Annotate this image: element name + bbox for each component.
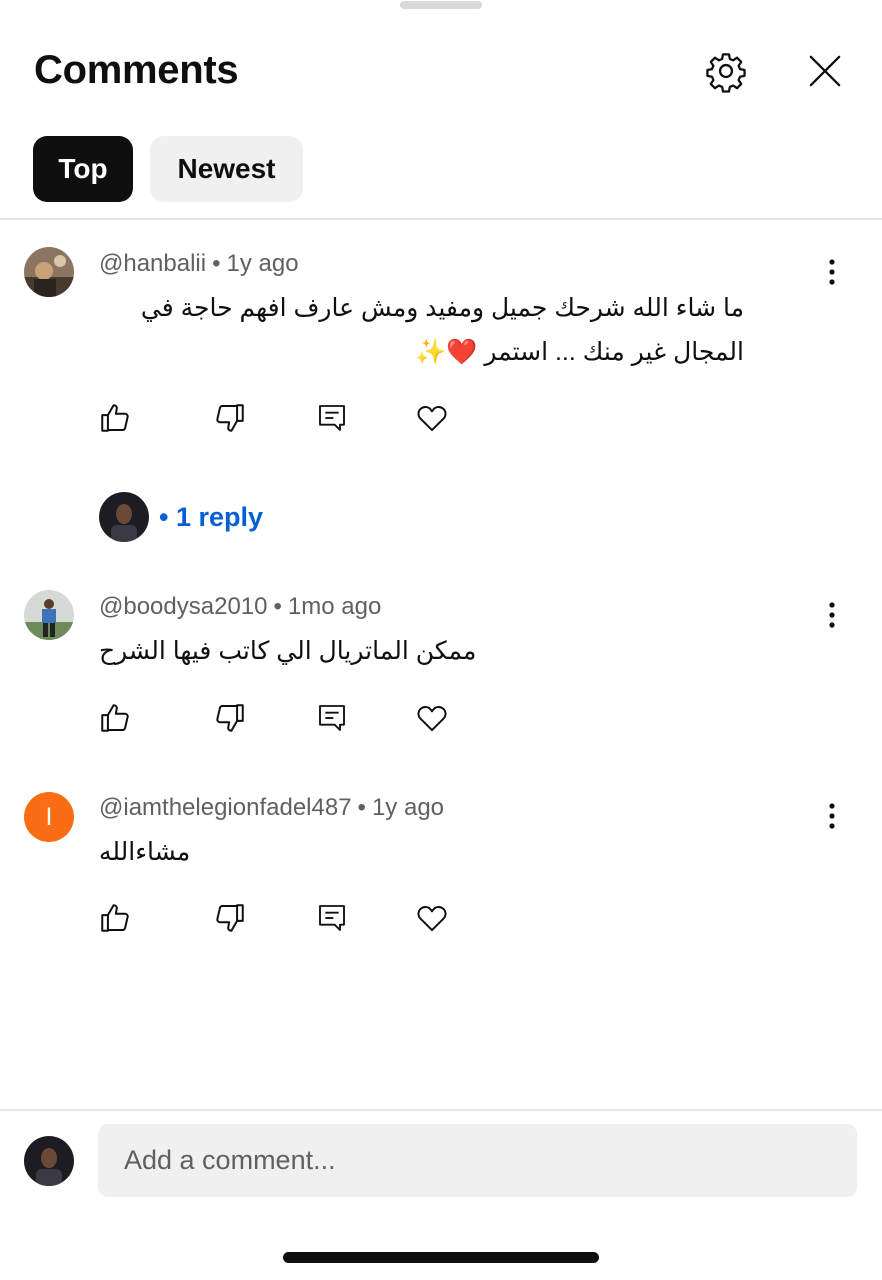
heart-icon (417, 906, 447, 932)
thumbs-up-icon (101, 404, 129, 432)
comment-text-line: ما شاء الله شرحك جميل ومفيد ومش عارف افه… (140, 294, 744, 322)
heart-icon (417, 406, 447, 432)
comment-author[interactable]: @iamthelegionfadel487 (99, 794, 352, 821)
dislike-button[interactable] (211, 899, 249, 937)
like-button[interactable] (96, 899, 134, 937)
comment-menu-button[interactable] (818, 255, 846, 289)
reply-button[interactable] (313, 899, 351, 937)
more-vertical-icon (829, 259, 835, 285)
close-icon (809, 55, 841, 87)
replies-count-link[interactable]: 1 reply (176, 502, 263, 532)
user-avatar[interactable] (24, 1136, 74, 1186)
header-divider (0, 218, 882, 220)
avatar[interactable]: I (24, 792, 74, 842)
thumbs-up-icon (101, 904, 129, 932)
like-button[interactable] (96, 699, 134, 737)
add-comment-input[interactable] (98, 1124, 857, 1197)
comment-menu-button[interactable] (818, 598, 846, 632)
gear-icon (706, 53, 746, 93)
heart-button[interactable] (413, 399, 451, 437)
comment-meta: @hanbalii • 1y ago (99, 250, 299, 277)
heart-button[interactable] (413, 699, 451, 737)
dislike-button[interactable] (211, 699, 249, 737)
tab-top[interactable]: Top (33, 136, 133, 202)
comment-text: ممكن الماتريال الي كاتب فيها الشرح (99, 637, 477, 665)
avatar[interactable] (24, 247, 74, 297)
more-vertical-icon (829, 803, 835, 829)
comment-time: 1y ago (226, 250, 299, 277)
comment-text: مشاءالله (99, 838, 191, 866)
avatar[interactable] (24, 590, 74, 640)
thumbs-up-icon (101, 704, 129, 732)
replier-avatar (99, 492, 149, 542)
replies-toggle[interactable]: • 1 reply (99, 492, 263, 542)
thumbs-down-icon (216, 404, 244, 432)
close-button[interactable] (800, 46, 850, 96)
heart-button[interactable] (413, 899, 451, 937)
page-title: Comments (34, 48, 239, 92)
comment-author[interactable]: @boodysa2010 (99, 593, 268, 620)
settings-button[interactable] (702, 46, 750, 96)
thumbs-down-icon (216, 704, 244, 732)
comment-author[interactable]: @hanbalii (99, 250, 206, 277)
comment-time: 1y ago (371, 794, 445, 821)
tab-newest[interactable]: Newest (150, 136, 303, 202)
composer-divider (0, 1109, 882, 1111)
reply-button[interactable] (313, 399, 351, 437)
heart-icon (417, 706, 447, 732)
reply-icon (319, 405, 345, 431)
comment-menu-button[interactable] (818, 799, 846, 833)
comment-meta: @iamthelegionfadel487 • 1y ago (99, 794, 445, 821)
dislike-button[interactable] (211, 399, 249, 437)
like-button[interactable] (96, 399, 134, 437)
reply-icon (319, 705, 345, 731)
comment-meta: @boodysa2010 • 1mo ago (99, 593, 382, 620)
reply-button[interactable] (313, 699, 351, 737)
sheet-drag-handle[interactable] (400, 1, 482, 9)
home-indicator (283, 1252, 599, 1263)
more-vertical-icon (829, 602, 835, 628)
comment-time: 1mo ago (287, 593, 382, 620)
thumbs-down-icon (216, 904, 244, 932)
comment-text: ما شاء الله شرحك جميل ومفيد ومش عارف افه… (99, 286, 744, 374)
comment-text-line: المجال غير منك ... استمر ❤️✨ (415, 338, 744, 366)
reply-icon (319, 905, 345, 931)
